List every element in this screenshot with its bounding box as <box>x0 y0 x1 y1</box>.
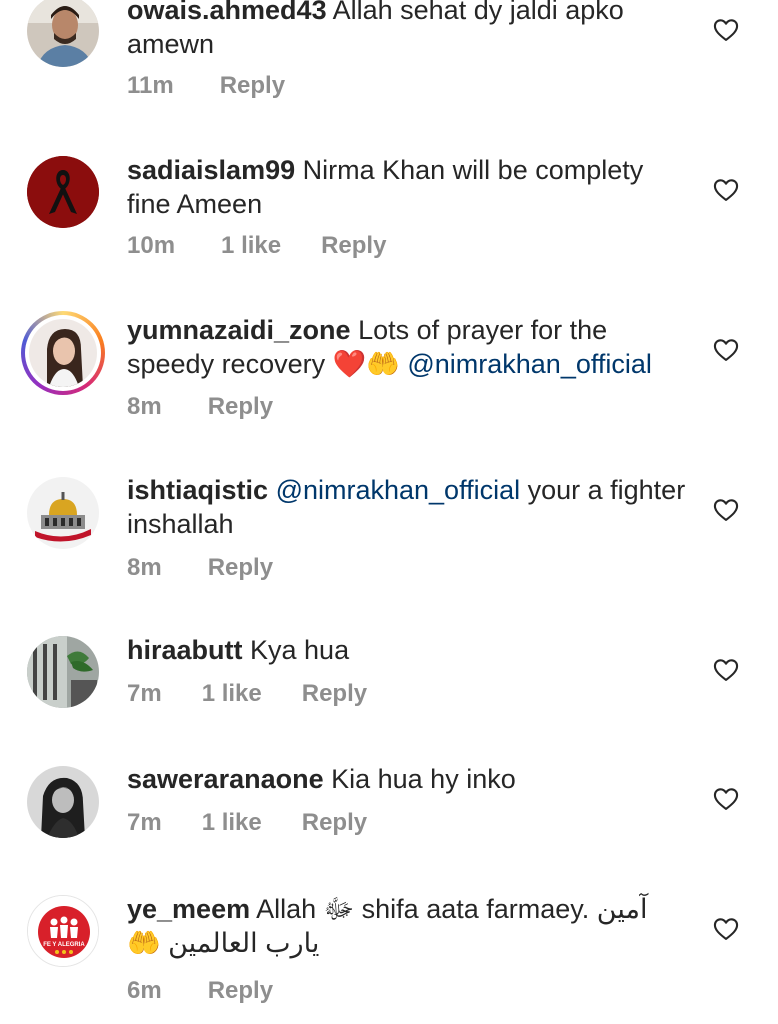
woman-portrait-avatar-icon <box>29 319 97 387</box>
comment-time: 11m <box>127 72 174 99</box>
heart-outline-icon <box>713 19 739 41</box>
heart-outline-icon <box>713 788 739 810</box>
heart-outline-icon <box>713 499 739 521</box>
comment-username[interactable]: saweraranaone <box>127 764 324 794</box>
woman-bw-portrait-avatar-icon <box>27 766 99 838</box>
comment-meta: 7m 1 like Reply <box>127 809 367 837</box>
mention-link[interactable]: @nimrakhan_official <box>276 475 521 505</box>
mention-link[interactable]: @nimrakhan_official <box>407 349 652 379</box>
reply-button[interactable]: Reply <box>321 232 386 260</box>
comment-username[interactable]: hiraabutt <box>127 635 243 665</box>
user-avatar[interactable] <box>27 766 99 838</box>
avatar-picture <box>29 319 97 387</box>
comment-likes[interactable]: 1 like <box>202 680 262 708</box>
reply-button[interactable]: Reply <box>302 680 367 708</box>
comment-meta: 6m Reply <box>127 977 273 1005</box>
user-avatar[interactable] <box>27 636 99 708</box>
comment-meta: 7m 1 like Reply <box>127 680 367 708</box>
fe-y-alegria-logo-avatar-icon: FE Y ALEGRIA <box>28 896 98 966</box>
comment-username[interactable]: ye_meem <box>127 894 250 924</box>
reply-button[interactable]: Reply <box>208 554 273 582</box>
like-button[interactable] <box>712 336 740 364</box>
logo-text: FE Y ALEGRIA <box>43 942 85 948</box>
like-button[interactable] <box>712 656 740 684</box>
comment-text: hiraabutt Kya hua <box>127 633 687 667</box>
reply-button[interactable]: Reply <box>302 809 367 837</box>
comment-emoji: 🤲 <box>127 928 169 958</box>
comment-time: 7m <box>127 680 162 707</box>
comment-text: ye_meem Allah ﷻ shifa aata farmaey. آمین… <box>127 892 687 960</box>
user-avatar[interactable] <box>27 477 99 549</box>
black-ribbon-avatar-icon <box>27 156 99 228</box>
comment-time: 6m <box>127 977 162 1004</box>
comment-text: owais.ahmed43 Allah sehat dy jaldi apko … <box>127 0 687 61</box>
comment-meta: 8m Reply <box>127 554 273 582</box>
reply-button[interactable]: Reply <box>208 393 273 421</box>
comment-time: 10m <box>127 232 176 259</box>
like-button[interactable] <box>712 915 740 943</box>
user-avatar[interactable]: FE Y ALEGRIA <box>27 895 99 967</box>
comment-time: 8m <box>127 554 162 581</box>
comment-text: sadiaislam99 Nirma Khan will be complety… <box>127 153 687 221</box>
heart-outline-icon <box>713 339 739 361</box>
comment-body: Allah ﷻ shifa aata farmaey. <box>250 894 597 924</box>
dome-of-rock-avatar-icon <box>27 477 99 549</box>
heart-outline-icon <box>713 179 739 201</box>
comment-arabic-text: آمین <box>596 894 648 924</box>
heart-outline-icon <box>713 918 739 940</box>
user-avatar-story-ring[interactable] <box>21 311 105 395</box>
comment-likes[interactable]: 1 like <box>202 809 262 837</box>
comment-body: Kya hua <box>242 635 350 665</box>
user-avatar[interactable] <box>27 0 99 67</box>
comment-body: Kia hua hy inko <box>323 764 516 794</box>
comment-username[interactable]: owais.ahmed43 <box>127 0 327 25</box>
comment-meta: 10m 1 like Reply <box>127 232 386 260</box>
reply-button[interactable]: Reply <box>220 72 285 100</box>
room-interior-avatar-icon <box>27 636 99 708</box>
comment-likes[interactable]: 1 like <box>221 232 281 260</box>
comment-time: 8m <box>127 393 162 420</box>
avatar-ring-inner <box>25 315 101 391</box>
comment-time: 7m <box>127 809 162 836</box>
comment-username[interactable]: sadiaislam99 <box>127 155 295 185</box>
comment-username[interactable]: ishtiaqistic <box>127 475 268 505</box>
comment-arabic-text-2: یارب العالمین <box>168 928 320 958</box>
comment-username[interactable]: yumnazaidi_zone <box>127 315 351 345</box>
like-button[interactable] <box>712 16 740 44</box>
heart-outline-icon <box>713 659 739 681</box>
like-button[interactable] <box>712 176 740 204</box>
reply-button[interactable]: Reply <box>208 977 273 1005</box>
comment-text: saweraranaone Kia hua hy inko <box>127 762 687 796</box>
comment-meta: 11m Reply <box>127 72 285 100</box>
like-button[interactable] <box>712 496 740 524</box>
user-avatar[interactable] <box>27 156 99 228</box>
like-button[interactable] <box>712 785 740 813</box>
comment-meta: 8m Reply <box>127 393 273 421</box>
comment-text: yumnazaidi_zone Lots of prayer for the s… <box>127 313 687 381</box>
man-portrait-avatar-icon <box>27 0 99 67</box>
comment-text: ishtiaqistic @nimrakhan_official your a … <box>127 473 687 541</box>
